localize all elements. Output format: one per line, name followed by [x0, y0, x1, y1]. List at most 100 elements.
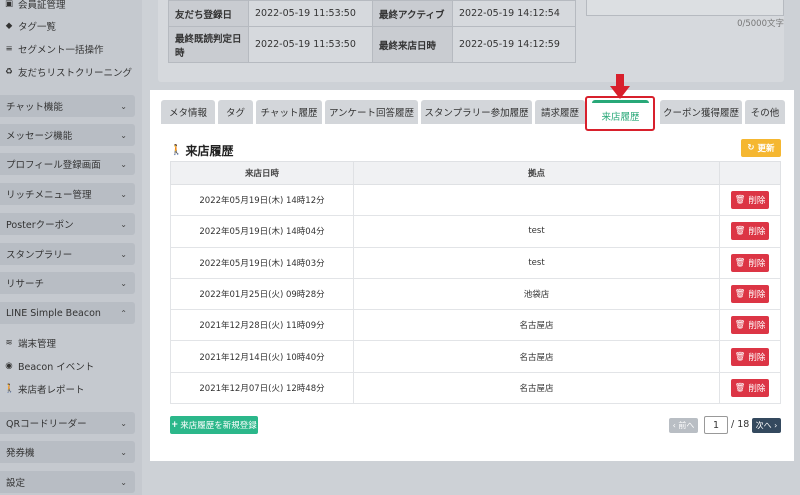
table-row: 2021年12月14日(火) 10時40分 名古屋店 🗑 削除 — [170, 340, 781, 373]
delete-button[interactable]: 🗑 削除 — [731, 378, 769, 397]
delete-button[interactable]: 🗑 削除 — [731, 347, 769, 366]
chevron-down-icon: ⌄ — [120, 189, 127, 199]
refresh-icon: ↻ — [747, 143, 755, 153]
chevron-up-icon: ⌃ — [120, 308, 127, 318]
column-header: 拠点 — [353, 161, 720, 185]
sidebar-section-label: スタンプラリー — [6, 250, 73, 261]
tab-other[interactable]: その他 — [745, 100, 785, 124]
sidebar-section-poster-coupon[interactable]: Posterクーポン ⌄ — [0, 213, 135, 235]
delete-button[interactable]: 🗑 削除 — [731, 191, 769, 210]
sidebar-section-ticket-machine[interactable]: 発券機 ⌄ — [0, 441, 135, 463]
page-number-input[interactable] — [704, 416, 728, 434]
visit-date: 2021年12月07日(火) 12時48分 — [170, 371, 354, 405]
sidebar-section-profile[interactable]: プロフィール登録画面 ⌄ — [0, 153, 135, 175]
sidebar-section-label: チャット機能 — [6, 102, 63, 113]
next-page-button[interactable]: 次へ › — [752, 418, 781, 433]
sidebar-section-label: Posterクーポン — [6, 220, 74, 231]
user-info-table: 友だち登録日 2022-05-19 11:53:50 最終アクティブ 2022-… — [168, 0, 576, 63]
sidebar-item-visitor-report[interactable]: 🚶 来店者レポート — [4, 382, 85, 396]
visit-location: 名古屋店 — [353, 340, 720, 373]
delete-label: 削除 — [748, 227, 766, 238]
column-header: 来店日時 — [170, 161, 354, 185]
visit-date: 2022年05月19日(木) 14時04分 — [170, 215, 354, 248]
table-row: 2022年01月25日(火) 09時28分 池袋店 🗑 削除 — [170, 277, 781, 311]
page-bottom — [142, 461, 800, 495]
column-header — [719, 161, 781, 185]
sidebar-section-settings[interactable]: 設定 ⌄ — [0, 471, 135, 493]
trash-icon: 🗑 — [734, 320, 746, 331]
sidebar-section-research[interactable]: リサーチ ⌄ — [0, 272, 135, 294]
trash-icon: 🗑 — [734, 351, 746, 362]
delete-button[interactable]: 🗑 削除 — [731, 253, 769, 272]
wifi-icon: ≋ — [5, 338, 13, 348]
visit-date: 2022年05月19日(木) 14時03分 — [170, 246, 354, 279]
table-row: 2021年12月28日(火) 11時09分 名古屋店 🗑 削除 — [170, 309, 781, 342]
tab-label: チャット履歴 — [260, 108, 318, 119]
sidebar-item-friend-cleaning[interactable]: ♻ 友だちリストクリーニング — [4, 65, 132, 79]
sidebar-item-membership-card[interactable]: ▣ 会員証管理 — [4, 0, 66, 11]
delete-label: 削除 — [748, 383, 766, 394]
delete-label: 削除 — [748, 196, 766, 207]
walking-person-icon: 🚶 — [4, 384, 15, 394]
tab-survey-history[interactable]: アンケート回答履歴 — [325, 100, 418, 124]
add-visit-button[interactable]: + 来店履歴を新規登録 — [170, 416, 258, 434]
visit-location: 名古屋店 — [353, 309, 720, 342]
refresh-button[interactable]: ↻ 更新 — [741, 139, 781, 157]
delete-label: 削除 — [748, 321, 766, 332]
sidebar-section-label: リッチメニュー管理 — [6, 190, 92, 201]
add-visit-label: 来店履歴を新規登録 — [180, 421, 257, 431]
tab-tags[interactable]: タグ — [218, 100, 253, 124]
visit-date: 2021年12月14日(火) 10時40分 — [170, 340, 354, 373]
sidebar-item-device[interactable]: ≋ 端末管理 — [4, 336, 56, 350]
tab-coupon-history[interactable]: クーポン獲得履歴 — [660, 100, 742, 124]
sidebar-item-label: 来店者レポート — [18, 385, 85, 396]
prev-page-button[interactable]: ‹ 前へ — [669, 418, 698, 433]
delete-button[interactable]: 🗑 削除 — [731, 222, 769, 241]
tab-billing-history[interactable]: 請求履歴 — [535, 100, 585, 124]
info-label: 最終アクティブ — [372, 0, 453, 27]
trash-icon: 🗑 — [734, 226, 746, 237]
info-value: 2022-05-19 14:12:54 — [452, 0, 576, 27]
delete-label: 削除 — [748, 258, 766, 269]
table-row: 2022年05月19日(木) 14時03分 test 🗑 削除 — [170, 246, 781, 279]
visit-date: 2022年05月19日(木) 14時12分 — [170, 183, 354, 217]
section-title-text: 来店履歴 — [185, 144, 234, 158]
plus-icon: + — [171, 420, 179, 430]
sidebar-section-qr-reader[interactable]: QRコードリーダー ⌄ — [0, 412, 135, 434]
sidebar-section-message[interactable]: メッセージ機能 ⌄ — [0, 124, 135, 146]
sidebar-item-label: タグ一覧 — [18, 22, 57, 33]
info-label: 最終来店日時 — [372, 26, 453, 63]
arrow-down-icon — [610, 74, 630, 99]
sidebar-section-richmenu[interactable]: リッチメニュー管理 ⌄ — [0, 183, 135, 205]
id-card-icon: ▣ — [4, 0, 14, 9]
trash-icon: 🗑 — [734, 195, 746, 206]
delete-label: 削除 — [748, 290, 766, 301]
tab-label: クーポン獲得履歴 — [662, 108, 739, 119]
sidebar-section-stamp-rally[interactable]: スタンプラリー ⌄ — [0, 243, 135, 265]
sidebar: ▣ 会員証管理 ◆ タグ一覧 ≡ セグメント一括操作 ♻ 友だちリストクリーニン… — [0, 0, 142, 495]
info-value: 2022-05-19 11:53:50 — [248, 26, 373, 63]
tab-meta[interactable]: メタ情報 — [161, 100, 215, 124]
highlight-box — [585, 96, 655, 131]
sidebar-section-line-beacon[interactable]: LINE Simple Beacon ⌃ — [0, 302, 135, 324]
memo-char-count: 0/5000文字 — [737, 19, 784, 29]
info-value: 2022-05-19 14:12:59 — [452, 26, 576, 63]
sidebar-section-chat[interactable]: チャット機能 ⌄ — [0, 95, 135, 117]
tab-stamp-rally-history[interactable]: スタンプラリー参加履歴 — [421, 100, 532, 124]
section-title: 🚶 来店履歴 — [170, 142, 233, 159]
sidebar-item-segment[interactable]: ≡ セグメント一括操作 — [4, 42, 103, 56]
chevron-down-icon: ⌄ — [120, 477, 127, 487]
info-label: 最終既読判定日時 — [168, 26, 249, 63]
sidebar-item-label: Beacon イベント — [18, 362, 95, 373]
tab-label: アンケート回答履歴 — [328, 108, 415, 119]
sidebar-item-tags[interactable]: ◆ タグ一覧 — [4, 19, 56, 33]
sidebar-section-label: メッセージ機能 — [6, 131, 73, 142]
tab-chat-history[interactable]: チャット履歴 — [256, 100, 322, 124]
tab-label: 請求履歴 — [540, 108, 579, 119]
delete-button[interactable]: 🗑 削除 — [731, 316, 769, 335]
memo-textarea[interactable] — [586, 0, 784, 16]
page-total: / 18 — [731, 419, 750, 430]
sidebar-section-label: QRコードリーダー — [6, 419, 87, 430]
sidebar-item-beacon-event[interactable]: ◉ Beacon イベント — [4, 359, 94, 373]
delete-button[interactable]: 🗑 削除 — [731, 285, 769, 304]
